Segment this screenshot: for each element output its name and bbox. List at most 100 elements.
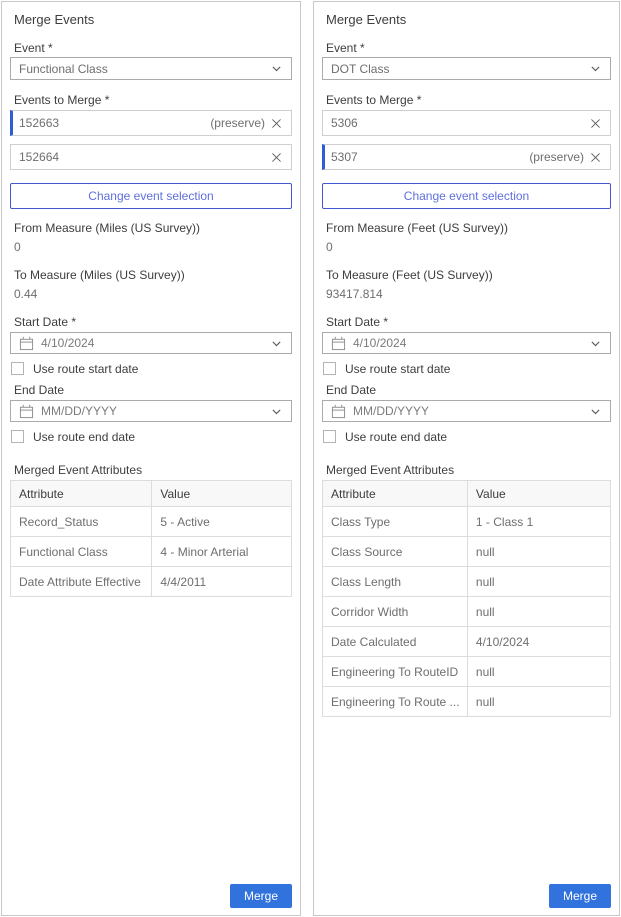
end-date-label: End Date	[14, 383, 292, 397]
merge-button[interactable]: Merge	[549, 884, 611, 908]
event-id: 152664	[19, 150, 265, 164]
attribute-cell: Engineering To RouteID	[323, 657, 468, 686]
table-row: Class Length null	[323, 567, 610, 597]
from-measure-label: From Measure (Miles (US Survey))	[14, 221, 292, 235]
calendar-icon	[19, 336, 34, 351]
use-route-end-date-label: Use route end date	[345, 430, 447, 444]
event-id: 5306	[331, 116, 584, 130]
use-route-end-date-row: Use route end date	[323, 429, 611, 444]
merge-event-item[interactable]: 152664	[10, 144, 292, 170]
to-measure-label: To Measure (Miles (US Survey))	[14, 268, 292, 282]
event-id: 5307	[331, 150, 529, 164]
use-route-end-date-checkbox[interactable]	[323, 430, 336, 443]
merged-event-attributes-title: Merged Event Attributes	[14, 463, 292, 477]
value-cell: 5 - Active	[152, 507, 291, 536]
merge-event-item[interactable]: 5306	[322, 110, 611, 136]
merge-events-panel-right: Merge Events Event * DOT Class Events to…	[313, 1, 620, 916]
start-date-label: Start Date *	[326, 315, 611, 329]
value-cell: 1 - Class 1	[468, 507, 610, 536]
attribute-cell: Record_Status	[11, 507, 152, 536]
to-measure-value: 93417.814	[326, 287, 611, 301]
value-cell: 4 - Minor Arterial	[152, 537, 291, 566]
value-cell: null	[468, 657, 610, 686]
change-event-selection-button[interactable]: Change event selection	[322, 183, 611, 209]
panel-footer: Merge	[322, 884, 611, 908]
chevron-down-icon	[589, 337, 602, 350]
table-row: Functional Class 4 - Minor Arterial	[11, 537, 291, 567]
remove-icon[interactable]	[589, 117, 602, 130]
end-date-picker[interactable]: MM/DD/YYYY	[10, 400, 292, 422]
calendar-icon	[19, 404, 34, 419]
attribute-cell: Class Type	[323, 507, 468, 536]
use-route-end-date-checkbox[interactable]	[11, 430, 24, 443]
start-date-label: Start Date *	[14, 315, 292, 329]
merge-event-item[interactable]: 152663 (preserve)	[10, 110, 292, 136]
use-route-end-date-label: Use route end date	[33, 430, 135, 444]
attribute-cell: Class Length	[323, 567, 468, 596]
panel-title: Merge Events	[326, 12, 611, 28]
value-cell: 4/10/2024	[468, 627, 610, 656]
calendar-icon	[331, 404, 346, 419]
event-select-value: DOT Class	[331, 62, 589, 76]
event-label: Event *	[14, 41, 292, 55]
use-route-start-date-label: Use route start date	[33, 362, 138, 376]
use-route-end-date-row: Use route end date	[11, 429, 292, 444]
merge-events-panel-left: Merge Events Event * Functional Class Ev…	[1, 1, 301, 916]
attribute-cell: Corridor Width	[323, 597, 468, 626]
start-date-value: 4/10/2024	[41, 336, 263, 350]
table-row: Engineering To RouteID null	[323, 657, 610, 687]
use-route-start-date-checkbox[interactable]	[323, 362, 336, 375]
table-row: Date Calculated 4/10/2024	[323, 627, 610, 657]
attribute-cell: Engineering To Route ...	[323, 687, 468, 716]
merge-event-item[interactable]: 5307 (preserve)	[322, 144, 611, 170]
to-measure-value: 0.44	[14, 287, 292, 301]
preserve-tag: (preserve)	[529, 150, 584, 164]
attribute-cell: Date Attribute Effective	[11, 567, 152, 596]
value-cell: null	[468, 597, 610, 626]
chevron-down-icon	[270, 405, 283, 418]
from-measure-value: 0	[326, 240, 611, 254]
change-event-selection-button[interactable]: Change event selection	[10, 183, 292, 209]
chevron-down-icon	[589, 405, 602, 418]
attribute-cell: Class Source	[323, 537, 468, 566]
table-header-row: Attribute Value	[323, 481, 610, 507]
use-route-start-date-label: Use route start date	[345, 362, 450, 376]
event-select[interactable]: Functional Class	[10, 57, 292, 80]
preserve-tag: (preserve)	[210, 116, 265, 130]
merged-event-attributes-table: Attribute Value Record_Status 5 - Active…	[10, 480, 292, 597]
merged-event-attributes-table: Attribute Value Class Type 1 - Class 1 C…	[322, 480, 611, 717]
attribute-cell: Functional Class	[11, 537, 152, 566]
event-label: Event *	[326, 41, 611, 55]
start-date-picker[interactable]: 4/10/2024	[10, 332, 292, 354]
merge-button[interactable]: Merge	[230, 884, 292, 908]
table-header-row: Attribute Value	[11, 481, 291, 507]
chevron-down-icon	[270, 62, 283, 75]
use-route-start-date-checkbox[interactable]	[11, 362, 24, 375]
events-to-merge-label: Events to Merge *	[326, 93, 611, 107]
table-row: Class Type 1 - Class 1	[323, 507, 610, 537]
table-row: Date Attribute Effective 4/4/2011	[11, 567, 291, 596]
use-route-start-date-row: Use route start date	[11, 361, 292, 376]
end-date-picker[interactable]: MM/DD/YYYY	[322, 400, 611, 422]
attribute-header: Attribute	[323, 481, 468, 506]
remove-icon[interactable]	[270, 151, 283, 164]
remove-icon[interactable]	[270, 117, 283, 130]
remove-icon[interactable]	[589, 151, 602, 164]
end-date-placeholder: MM/DD/YYYY	[353, 404, 582, 418]
calendar-icon	[331, 336, 346, 351]
table-row: Engineering To Route ... null	[323, 687, 610, 716]
table-row: Corridor Width null	[323, 597, 610, 627]
value-cell: 4/4/2011	[152, 567, 291, 596]
value-header: Value	[152, 481, 291, 506]
event-select[interactable]: DOT Class	[322, 57, 611, 80]
table-row: Record_Status 5 - Active	[11, 507, 291, 537]
merged-event-attributes-title: Merged Event Attributes	[326, 463, 611, 477]
event-id: 152663	[19, 116, 210, 130]
value-cell: null	[468, 687, 610, 716]
start-date-picker[interactable]: 4/10/2024	[322, 332, 611, 354]
value-header: Value	[468, 481, 610, 506]
value-cell: null	[468, 567, 610, 596]
merge-events-page: Merge Events Event * Functional Class Ev…	[0, 0, 621, 917]
event-select-value: Functional Class	[19, 62, 270, 76]
chevron-down-icon	[270, 337, 283, 350]
